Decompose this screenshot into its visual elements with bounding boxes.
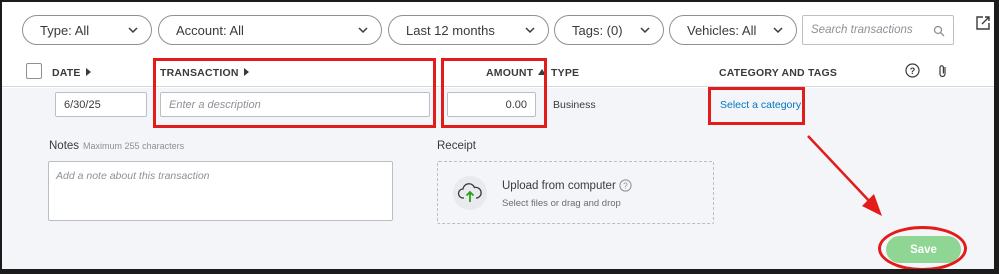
annotation-box-category [708, 87, 805, 125]
svg-text:?: ? [623, 182, 628, 191]
search-icon [933, 25, 945, 37]
period-filter[interactable]: Last 12 months [388, 15, 549, 45]
annotation-box-transaction [153, 58, 436, 128]
chevron-down-icon [640, 27, 650, 34]
annotation-oval-save [878, 226, 967, 269]
date-field[interactable]: 6/30/25 [55, 92, 147, 117]
tags-filter[interactable]: Tags: (0) [554, 15, 664, 45]
tags-filter-label: Tags: (0) [572, 22, 623, 38]
type-value: Business [553, 99, 596, 111]
period-filter-label: Last 12 months [406, 22, 495, 38]
account-filter[interactable]: Account: All [158, 15, 382, 45]
vehicles-filter-label: Vehicles: All [687, 22, 757, 38]
upload-subtitle: Select files or drag and drop [502, 198, 621, 209]
app-frame: Type: All Account: All Last 12 months Ta… [0, 0, 999, 274]
export-icon[interactable] [974, 14, 992, 32]
cloud-upload-icon [457, 183, 482, 202]
type-filter[interactable]: Type: All [22, 15, 152, 45]
account-filter-label: Account: All [176, 22, 244, 38]
column-type: TYPE [551, 67, 580, 79]
column-date[interactable]: DATE [52, 67, 91, 79]
notes-label-text: Notes [49, 140, 80, 152]
notes-placeholder: Add a note about this transaction [56, 170, 210, 182]
search-input[interactable]: Search transactions [802, 15, 954, 45]
notes-label: Notes Maximum 255 characters [49, 140, 184, 152]
sort-right-icon [85, 68, 91, 77]
upload-title: Upload from computer [502, 180, 616, 192]
help-icon[interactable]: ? [905, 63, 920, 78]
type-filter-label: Type: All [40, 22, 90, 38]
search-placeholder: Search transactions [811, 24, 913, 36]
notes-field[interactable]: Add a note about this transaction [48, 161, 393, 221]
chevron-down-icon [358, 27, 368, 34]
upload-icon [453, 176, 487, 210]
chevron-down-icon [773, 27, 783, 34]
date-value: 6/30/25 [64, 98, 101, 111]
receipt-label: Receipt [437, 140, 476, 152]
chevron-down-icon [525, 27, 535, 34]
annotation-box-amount [441, 58, 547, 128]
column-category: CATEGORY AND TAGS [719, 67, 838, 79]
notes-hint: Maximum 255 characters [83, 141, 185, 151]
vehicles-filter[interactable]: Vehicles: All [669, 15, 797, 45]
select-all-checkbox[interactable] [26, 63, 42, 79]
column-date-label: DATE [52, 67, 81, 79]
svg-text:?: ? [910, 66, 916, 76]
help-icon[interactable]: ? [619, 179, 632, 192]
paperclip-icon [939, 65, 946, 78]
receipt-dropzone[interactable]: Upload from computer ? Select files or d… [437, 161, 714, 224]
chevron-down-icon [128, 27, 138, 34]
annotation-arrow [807, 135, 882, 216]
